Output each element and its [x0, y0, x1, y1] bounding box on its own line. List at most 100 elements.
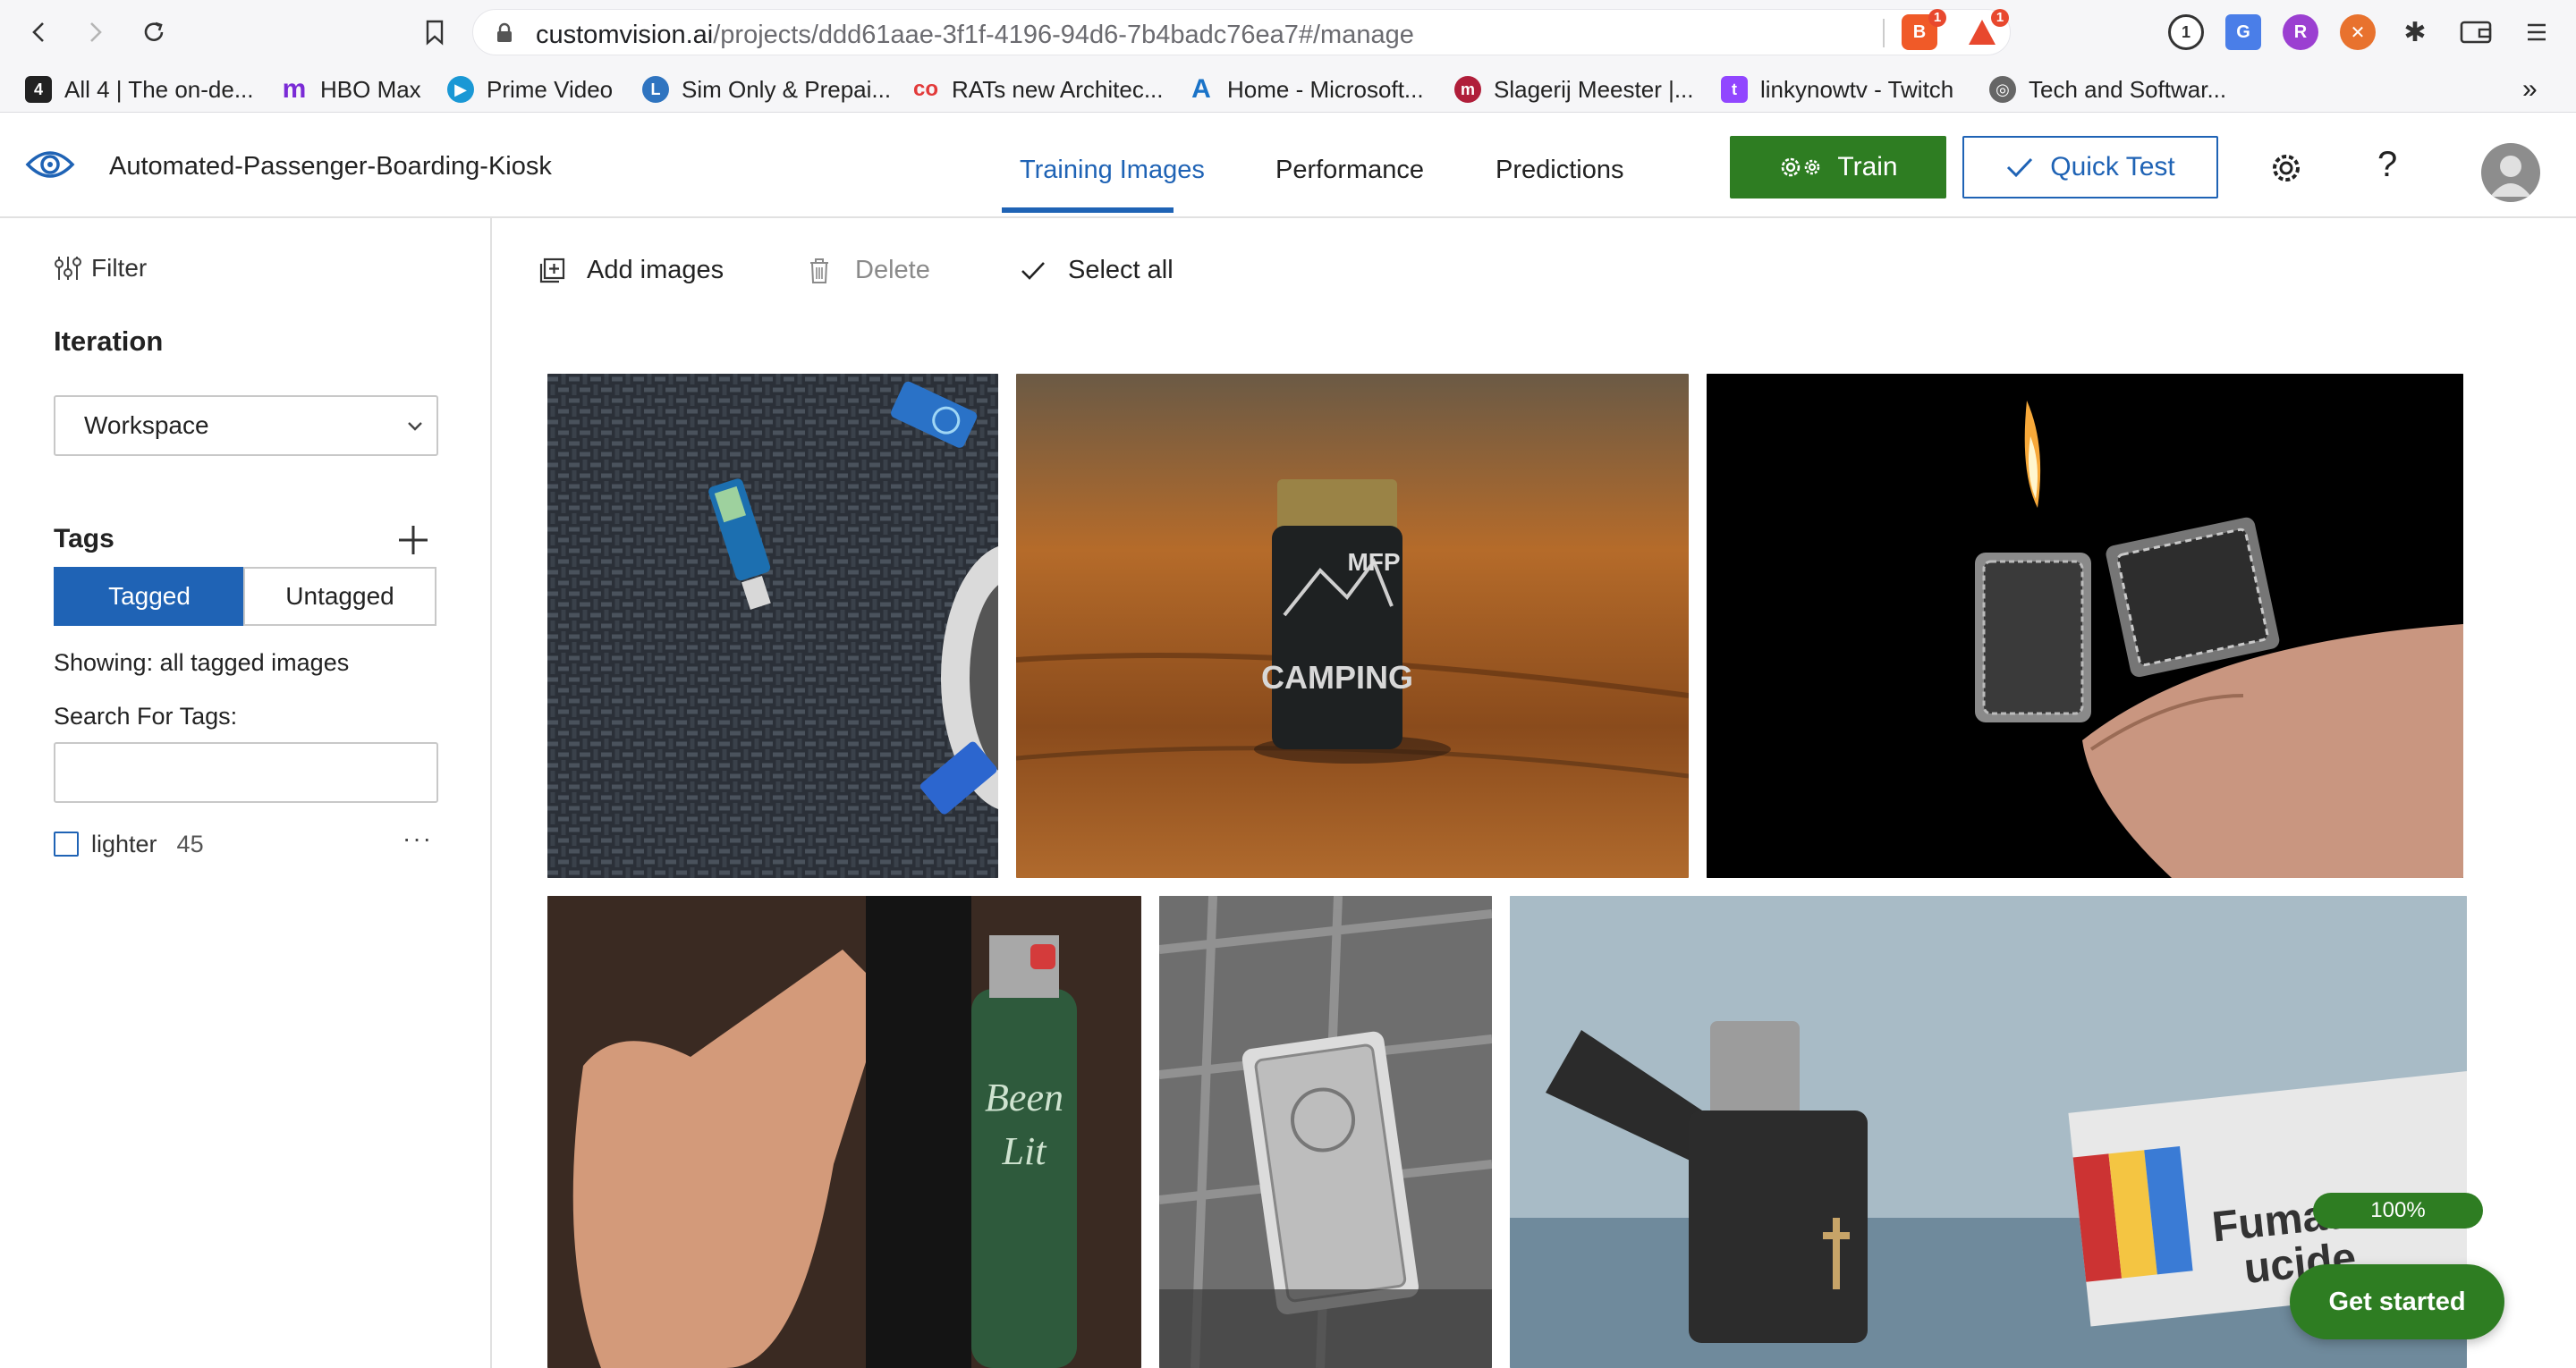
wallet-icon[interactable]: [2458, 14, 2494, 50]
filter-button[interactable]: Filter: [54, 254, 147, 283]
extension-orange-icon[interactable]: ✕: [2340, 14, 2376, 50]
quick-test-label: Quick Test: [2050, 152, 2175, 182]
training-image[interactable]: [547, 374, 998, 878]
iteration-title: Iteration: [54, 325, 164, 357]
showing-text: Showing: all tagged images: [54, 649, 350, 676]
address-bar[interactable]: customvision.ai/projects/ddd61aae-3f1f-4…: [472, 9, 2011, 55]
trash-icon: [810, 258, 828, 283]
settings-gear-icon[interactable]: [2268, 150, 2304, 190]
browser-toolbar: customvision.ai/projects/ddd61aae-3f1f-4…: [0, 0, 2576, 64]
lighters-on-mat-image: [547, 374, 998, 878]
search-tags-label: Search For Tags:: [54, 703, 238, 730]
bookmark-label: linkynowtv - Twitch: [1760, 75, 1954, 103]
tag-checkbox[interactable]: [54, 832, 79, 857]
bookmark-item[interactable]: A Home - Microsoft...: [1188, 73, 1424, 106]
extension-lr-icon[interactable]: R: [2283, 14, 2318, 50]
add-tag-plus-icon[interactable]: [397, 524, 429, 561]
bookmark-label: Sim Only & Prepai...: [682, 75, 892, 103]
password-manager-icon[interactable]: 1: [2168, 14, 2204, 50]
bookmark-item[interactable]: m Slagerij Meester |...: [1454, 73, 1694, 106]
quick-test-button[interactable]: Quick Test: [1962, 136, 2218, 198]
extensions-puzzle-icon[interactable]: ✱: [2397, 14, 2433, 50]
bookmark-label: Home - Microsoft...: [1227, 75, 1424, 103]
add-images-button[interactable]: Add images: [538, 256, 724, 285]
untagged-toggle[interactable]: Untagged: [243, 567, 436, 626]
svg-text:Been: Been: [985, 1076, 1063, 1119]
bic-lighter-in-hand-image: Been Lit: [547, 896, 1141, 1368]
avatar[interactable]: [2481, 143, 2540, 202]
bookmark-label: Prime Video: [487, 75, 614, 103]
bookmark-item[interactable]: ◎ Tech and Softwar...: [1989, 73, 2226, 106]
azure-icon: A: [1191, 74, 1211, 104]
brave-shields-icon[interactable]: B1: [1902, 9, 1946, 50]
bookmark-item[interactable]: ▶ Prime Video: [447, 73, 613, 106]
tab-predictions[interactable]: Predictions: [1496, 156, 1623, 185]
sim-icon: L: [642, 76, 669, 103]
menu-icon[interactable]: [2519, 14, 2555, 50]
back-arrow-icon: [32, 22, 44, 42]
lit-zippo-image: [1707, 374, 2463, 878]
tag-name: lighter: [91, 830, 157, 857]
bookmark-label: All 4 | The on-de...: [64, 75, 254, 103]
bookmark-label: Tech and Softwar...: [2029, 75, 2227, 103]
forward-button[interactable]: [75, 13, 114, 52]
bookmarks-bar: 4 All 4 | The on-de... m HBO Max ▶ Prime Vi…: [0, 64, 2576, 113]
bookmarks-overflow-icon[interactable]: »: [2522, 73, 2538, 106]
chevron-down-icon: [408, 422, 422, 431]
rewards-badge: 1: [1991, 9, 2009, 27]
checkmark-icon: [1021, 261, 1045, 280]
delete-button[interactable]: Delete: [807, 256, 930, 285]
bookmark-icon: [426, 20, 444, 46]
reload-icon: [144, 21, 164, 41]
translate-icon[interactable]: G: [2225, 14, 2261, 50]
url-divider: [1883, 19, 1885, 47]
sidebar: Filter Iteration Workspace Tags Tagged U…: [0, 218, 492, 1368]
training-image[interactable]: [1707, 374, 2463, 878]
channel4-icon: 4: [25, 76, 52, 103]
filter-label: Filter: [91, 254, 148, 282]
bookmark-item[interactable]: L Sim Only & Prepai...: [642, 73, 891, 106]
tab-training-images[interactable]: Training Images: [1020, 156, 1205, 185]
tags-title: Tags: [54, 524, 114, 553]
lock-icon: [497, 22, 512, 42]
add-images-icon: [539, 258, 565, 283]
help-icon[interactable]: ?: [2377, 145, 2397, 185]
training-image[interactable]: Been Lit: [547, 896, 1141, 1368]
brave-rewards-icon[interactable]: 1: [1964, 9, 2009, 50]
training-image[interactable]: [1159, 896, 1492, 1368]
search-tags-input[interactable]: [54, 742, 438, 803]
train-button[interactable]: Train: [1730, 136, 1946, 198]
svg-text:CAMPING: CAMPING: [1261, 659, 1413, 696]
get-started-button[interactable]: Get started: [2290, 1264, 2504, 1339]
training-image[interactable]: CAMPING MFP: [1016, 374, 1689, 878]
bookmark-item[interactable]: t linkynowtv - Twitch: [1721, 73, 1953, 106]
progress-badge: 100%: [2313, 1193, 2483, 1229]
bookmark-label: Slagerij Meester |...: [1494, 75, 1694, 103]
back-button[interactable]: [20, 13, 59, 52]
bookmark-item[interactable]: co RATs new Architec...: [912, 73, 1164, 106]
tab-performance[interactable]: Performance: [1275, 156, 1424, 185]
tagged-toggle[interactable]: Tagged: [54, 567, 245, 626]
project-title: Automated-Passenger-Boarding-Kiosk: [109, 152, 552, 181]
custom-vision-eye-icon[interactable]: [25, 147, 75, 187]
reload-button[interactable]: [134, 13, 174, 52]
active-tab-indicator: [1002, 207, 1174, 213]
bookmark-item[interactable]: m HBO Max: [281, 73, 421, 106]
select-all-button[interactable]: Select all: [1020, 256, 1174, 285]
camping-lighter-image: CAMPING MFP: [1016, 374, 1689, 878]
user-silhouette-icon: [2490, 156, 2531, 197]
bookmark-button[interactable]: [415, 13, 454, 52]
iteration-select[interactable]: Workspace: [54, 395, 438, 456]
url-path: /projects/ddd61aae-3f1f-4196-94d6-7b4bad…: [713, 21, 1414, 49]
iteration-value: Workspace: [84, 411, 209, 439]
add-images-label: Add images: [587, 256, 724, 284]
tag-more-options-icon[interactable]: ···: [402, 824, 433, 853]
brave-badge: 1: [1928, 9, 1946, 27]
train-label: Train: [1837, 152, 1898, 182]
bookmark-item[interactable]: 4 All 4 | The on-de...: [25, 73, 254, 106]
svg-text:MFP: MFP: [1347, 548, 1400, 576]
twitch-icon: t: [1721, 76, 1748, 103]
hbomax-icon: m: [282, 74, 307, 104]
forward-arrow-icon: [90, 22, 102, 42]
tag-list-item[interactable]: lighter 45 ···: [54, 824, 438, 862]
